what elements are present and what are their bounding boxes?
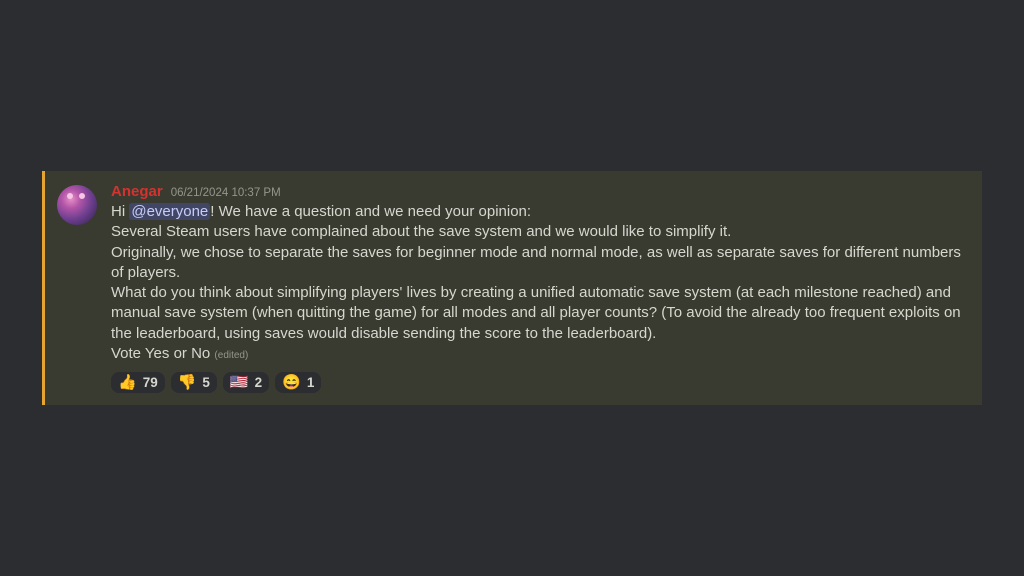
body-line-2: Several Steam users have complained abou… xyxy=(111,222,966,242)
reaction-grin[interactable]: 😄 1 xyxy=(275,372,321,393)
reaction-thumbs-down[interactable]: 👎 5 xyxy=(171,372,217,393)
message-content: Anegar 06/21/2024 10:37 PM Hi @everyone!… xyxy=(111,183,966,393)
reactions-row: 👍 79 👎 5 🇺🇸 2 😄 1 xyxy=(111,372,966,393)
timestamp: 06/21/2024 10:37 PM xyxy=(171,187,281,199)
flag-us-icon: 🇺🇸 xyxy=(230,375,249,390)
body-line-3: Originally, we chose to separate the sav… xyxy=(111,243,966,284)
vote-text: Vote Yes or No xyxy=(111,345,210,362)
reaction-count: 2 xyxy=(255,375,263,390)
reaction-flag-us[interactable]: 🇺🇸 2 xyxy=(223,372,269,393)
edited-label: (edited) xyxy=(214,350,248,361)
body-line-5: Vote Yes or No (edited) xyxy=(111,344,966,364)
message-body: Hi @everyone! We have a question and we … xyxy=(111,202,966,364)
avatar[interactable] xyxy=(57,185,97,225)
reaction-thumbs-up[interactable]: 👍 79 xyxy=(111,372,165,393)
discord-message: Anegar 06/21/2024 10:37 PM Hi @everyone!… xyxy=(42,171,982,405)
message-header: Anegar 06/21/2024 10:37 PM xyxy=(111,183,966,200)
reaction-count: 5 xyxy=(202,375,210,390)
thumbs-up-icon: 👍 xyxy=(118,375,137,390)
mention-everyone[interactable]: @everyone xyxy=(129,203,210,220)
thumbs-down-icon: 👎 xyxy=(178,375,197,390)
body-line-4: What do you think about simplifying play… xyxy=(111,283,966,344)
author-name[interactable]: Anegar xyxy=(111,183,163,200)
grin-icon: 😄 xyxy=(282,375,301,390)
reaction-count: 1 xyxy=(307,375,315,390)
greeting-pre: Hi xyxy=(111,203,129,220)
body-line-1: Hi @everyone! We have a question and we … xyxy=(111,202,966,222)
reaction-count: 79 xyxy=(143,375,158,390)
greeting-post: ! We have a question and we need your op… xyxy=(210,203,531,220)
